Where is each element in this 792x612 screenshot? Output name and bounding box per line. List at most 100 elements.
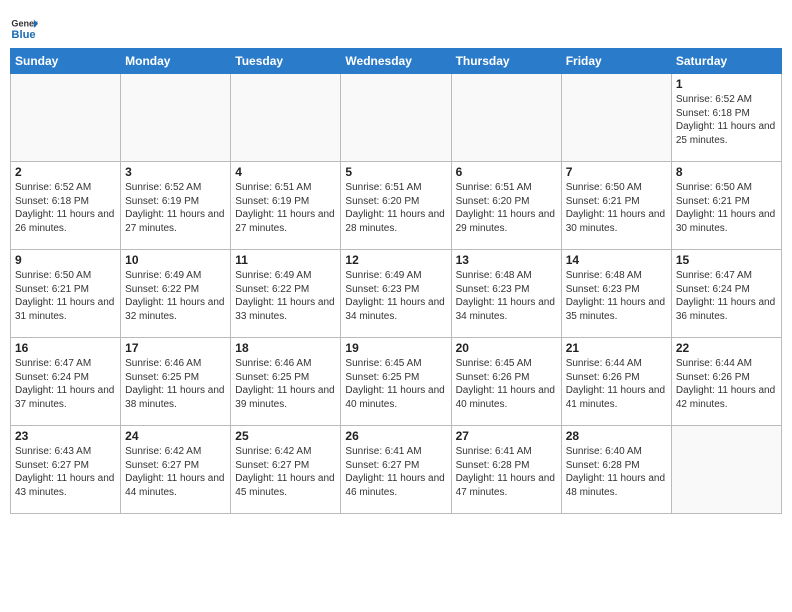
day-number: 17 [125, 341, 226, 355]
day-number: 6 [456, 165, 557, 179]
day-info: Sunrise: 6:45 AM Sunset: 6:26 PM Dayligh… [456, 357, 557, 411]
day-info: Sunrise: 6:52 AM Sunset: 6:19 PM Dayligh… [125, 181, 226, 235]
day-number: 23 [15, 429, 116, 443]
day-number: 25 [235, 429, 336, 443]
day-info: Sunrise: 6:46 AM Sunset: 6:25 PM Dayligh… [235, 357, 336, 411]
week-row-5: 23 Sunrise: 6:43 AM Sunset: 6:27 PM Dayli… [11, 426, 782, 514]
day-number: 22 [676, 341, 777, 355]
calendar-cell: 16 Sunrise: 6:47 AM Sunset: 6:24 PM Dayli… [11, 338, 121, 426]
calendar-cell: 12 Sunrise: 6:49 AM Sunset: 6:23 PM Dayli… [341, 250, 451, 338]
day-info: Sunrise: 6:50 AM Sunset: 6:21 PM Dayligh… [15, 269, 116, 323]
day-number: 16 [15, 341, 116, 355]
day-info: Sunrise: 6:52 AM Sunset: 6:18 PM Dayligh… [15, 181, 116, 235]
calendar-cell: 15 Sunrise: 6:47 AM Sunset: 6:24 PM Dayli… [671, 250, 781, 338]
calendar-cell [341, 74, 451, 162]
day-number: 9 [15, 253, 116, 267]
day-info: Sunrise: 6:51 AM Sunset: 6:20 PM Dayligh… [345, 181, 446, 235]
day-info: Sunrise: 6:44 AM Sunset: 6:26 PM Dayligh… [566, 357, 667, 411]
day-number: 11 [235, 253, 336, 267]
day-info: Sunrise: 6:52 AM Sunset: 6:18 PM Dayligh… [676, 93, 777, 147]
day-info: Sunrise: 6:48 AM Sunset: 6:23 PM Dayligh… [566, 269, 667, 323]
calendar-cell: 1 Sunrise: 6:52 AM Sunset: 6:18 PM Daylig… [671, 74, 781, 162]
col-header-tuesday: Tuesday [231, 49, 341, 74]
calendar-cell: 25 Sunrise: 6:42 AM Sunset: 6:27 PM Dayli… [231, 426, 341, 514]
day-info: Sunrise: 6:41 AM Sunset: 6:28 PM Dayligh… [456, 445, 557, 499]
calendar-cell: 28 Sunrise: 6:40 AM Sunset: 6:28 PM Dayli… [561, 426, 671, 514]
calendar-cell: 22 Sunrise: 6:44 AM Sunset: 6:26 PM Dayli… [671, 338, 781, 426]
day-info: Sunrise: 6:42 AM Sunset: 6:27 PM Dayligh… [235, 445, 336, 499]
day-info: Sunrise: 6:51 AM Sunset: 6:20 PM Dayligh… [456, 181, 557, 235]
day-number: 27 [456, 429, 557, 443]
day-number: 13 [456, 253, 557, 267]
calendar-cell [121, 74, 231, 162]
col-header-wednesday: Wednesday [341, 49, 451, 74]
day-info: Sunrise: 6:41 AM Sunset: 6:27 PM Dayligh… [345, 445, 446, 499]
day-info: Sunrise: 6:48 AM Sunset: 6:23 PM Dayligh… [456, 269, 557, 323]
week-row-1: 1 Sunrise: 6:52 AM Sunset: 6:18 PM Daylig… [11, 74, 782, 162]
day-number: 20 [456, 341, 557, 355]
calendar-cell: 4Sunrise: 6:51 AM Sunset: 6:19 PM Daylig… [231, 162, 341, 250]
day-info: Sunrise: 6:46 AM Sunset: 6:25 PM Dayligh… [125, 357, 226, 411]
calendar-cell: 14 Sunrise: 6:48 AM Sunset: 6:23 PM Dayli… [561, 250, 671, 338]
day-info: Sunrise: 6:47 AM Sunset: 6:24 PM Dayligh… [676, 269, 777, 323]
day-info: Sunrise: 6:44 AM Sunset: 6:26 PM Dayligh… [676, 357, 777, 411]
col-header-saturday: Saturday [671, 49, 781, 74]
day-info: Sunrise: 6:45 AM Sunset: 6:25 PM Dayligh… [345, 357, 446, 411]
calendar-cell [671, 426, 781, 514]
day-number: 18 [235, 341, 336, 355]
day-number: 21 [566, 341, 667, 355]
calendar-cell: 9 Sunrise: 6:50 AM Sunset: 6:21 PM Daylig… [11, 250, 121, 338]
day-number: 19 [345, 341, 446, 355]
day-info: Sunrise: 6:43 AM Sunset: 6:27 PM Dayligh… [15, 445, 116, 499]
day-info: Sunrise: 6:50 AM Sunset: 6:21 PM Dayligh… [676, 181, 777, 235]
calendar-cell: 3Sunrise: 6:52 AM Sunset: 6:19 PM Daylig… [121, 162, 231, 250]
day-info: Sunrise: 6:40 AM Sunset: 6:28 PM Dayligh… [566, 445, 667, 499]
calendar-cell: 18 Sunrise: 6:46 AM Sunset: 6:25 PM Dayli… [231, 338, 341, 426]
day-number: 14 [566, 253, 667, 267]
day-number: 12 [345, 253, 446, 267]
calendar-cell: 27 Sunrise: 6:41 AM Sunset: 6:28 PM Dayli… [451, 426, 561, 514]
col-header-friday: Friday [561, 49, 671, 74]
day-number: 2 [15, 165, 116, 179]
week-row-4: 16 Sunrise: 6:47 AM Sunset: 6:24 PM Dayli… [11, 338, 782, 426]
day-info: Sunrise: 6:47 AM Sunset: 6:24 PM Dayligh… [15, 357, 116, 411]
day-number: 10 [125, 253, 226, 267]
col-header-monday: Monday [121, 49, 231, 74]
day-number: 24 [125, 429, 226, 443]
day-info: Sunrise: 6:49 AM Sunset: 6:22 PM Dayligh… [235, 269, 336, 323]
day-info: Sunrise: 6:50 AM Sunset: 6:21 PM Dayligh… [566, 181, 667, 235]
day-headers-row: SundayMondayTuesdayWednesdayThursdayFrid… [11, 49, 782, 74]
logo-icon: General Blue [10, 14, 38, 42]
calendar-cell: 23 Sunrise: 6:43 AM Sunset: 6:27 PM Dayli… [11, 426, 121, 514]
week-row-3: 9 Sunrise: 6:50 AM Sunset: 6:21 PM Daylig… [11, 250, 782, 338]
page-header: General Blue [10, 10, 782, 42]
day-number: 28 [566, 429, 667, 443]
calendar-cell: 20 Sunrise: 6:45 AM Sunset: 6:26 PM Dayli… [451, 338, 561, 426]
day-info: Sunrise: 6:49 AM Sunset: 6:23 PM Dayligh… [345, 269, 446, 323]
calendar-cell: 10Sunrise: 6:49 AM Sunset: 6:22 PM Dayli… [121, 250, 231, 338]
calendar-cell: 24 Sunrise: 6:42 AM Sunset: 6:27 PM Dayli… [121, 426, 231, 514]
day-info: Sunrise: 6:42 AM Sunset: 6:27 PM Dayligh… [125, 445, 226, 499]
calendar-cell [451, 74, 561, 162]
calendar-cell [561, 74, 671, 162]
calendar-cell: 21 Sunrise: 6:44 AM Sunset: 6:26 PM Dayli… [561, 338, 671, 426]
calendar-cell: 17 Sunrise: 6:46 AM Sunset: 6:25 PM Dayli… [121, 338, 231, 426]
day-number: 1 [676, 77, 777, 91]
day-number: 26 [345, 429, 446, 443]
calendar-cell: 2 Sunrise: 6:52 AM Sunset: 6:18 PM Daylig… [11, 162, 121, 250]
calendar-cell: 13 Sunrise: 6:48 AM Sunset: 6:23 PM Dayli… [451, 250, 561, 338]
week-row-2: 2 Sunrise: 6:52 AM Sunset: 6:18 PM Daylig… [11, 162, 782, 250]
day-number: 7 [566, 165, 667, 179]
col-header-thursday: Thursday [451, 49, 561, 74]
calendar-cell: 19 Sunrise: 6:45 AM Sunset: 6:25 PM Dayli… [341, 338, 451, 426]
col-header-sunday: Sunday [11, 49, 121, 74]
calendar-cell: 26 Sunrise: 6:41 AM Sunset: 6:27 PM Dayli… [341, 426, 451, 514]
day-number: 5 [345, 165, 446, 179]
calendar-cell [231, 74, 341, 162]
calendar-cell [11, 74, 121, 162]
day-number: 15 [676, 253, 777, 267]
day-number: 4 [235, 165, 336, 179]
calendar-cell: 7 Sunrise: 6:50 AM Sunset: 6:21 PM Daylig… [561, 162, 671, 250]
logo: General Blue [10, 14, 42, 42]
calendar-cell: 11 Sunrise: 6:49 AM Sunset: 6:22 PM Dayli… [231, 250, 341, 338]
